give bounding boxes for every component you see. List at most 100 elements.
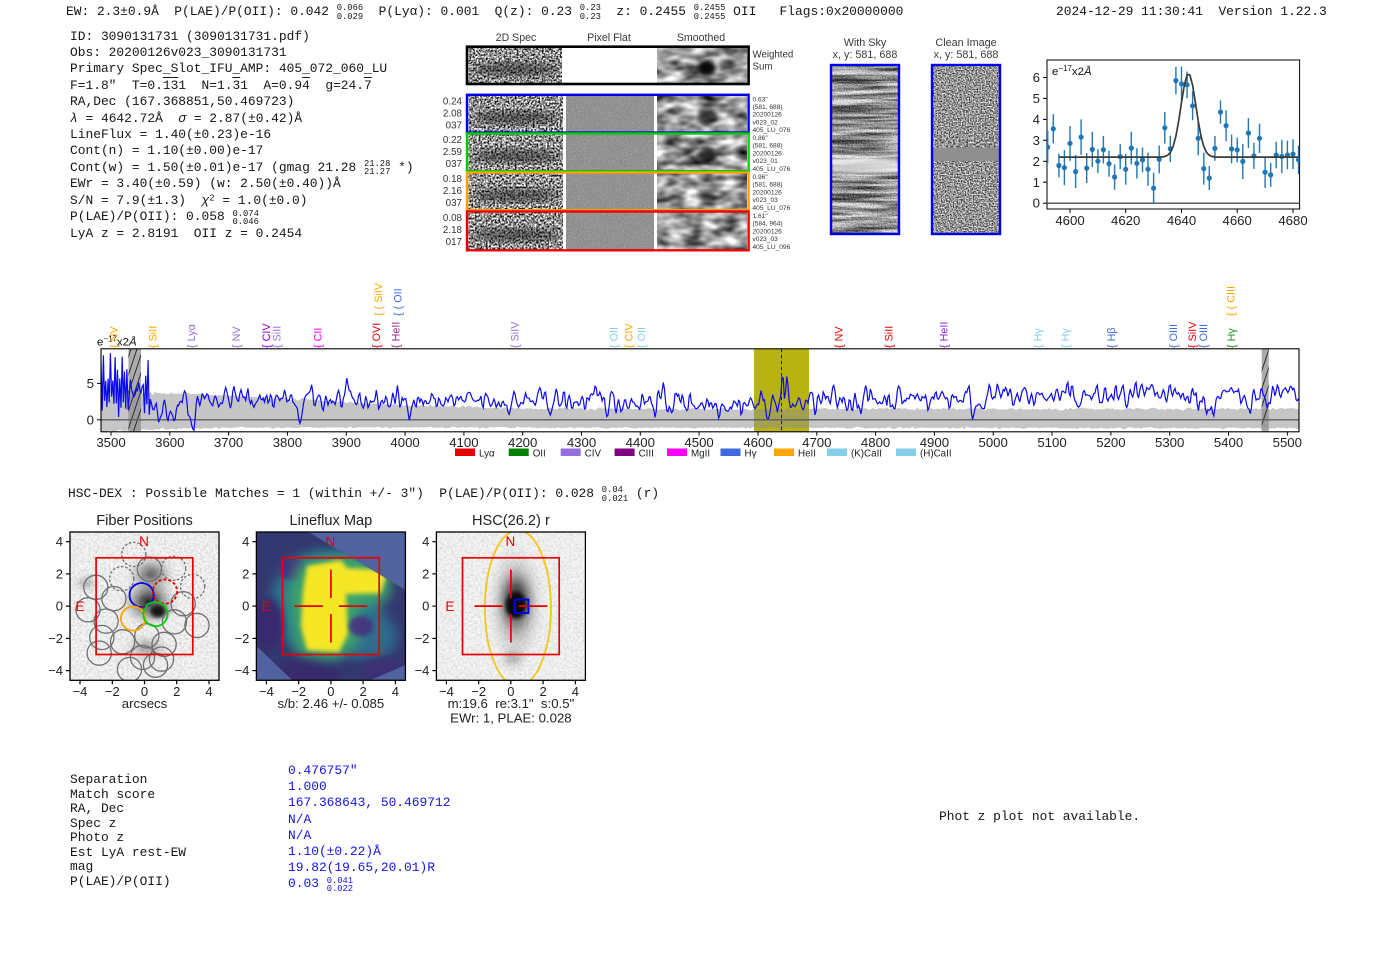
svg-text:(581, 688): (581, 688): [753, 104, 783, 111]
svg-text:N: N: [139, 534, 149, 549]
svg-text:{ Hβ: { Hβ: [1106, 327, 1118, 348]
svg-text:E: E: [75, 599, 84, 614]
svg-text:{ Hγ: { Hγ: [1226, 328, 1238, 348]
svg-text:4680: 4680: [1278, 213, 1307, 228]
svg-text:{ SiIV: { SiIV: [509, 321, 521, 348]
svg-text:EWr: 1, PLAE: 0.028: EWr: 1, PLAE: 0.028: [450, 711, 571, 726]
svg-text:4: 4: [1033, 112, 1040, 127]
svg-text:Fiber Positions: Fiber Positions: [96, 513, 193, 529]
svg-text:v023_03: v023_03: [753, 197, 779, 204]
svg-text:3900: 3900: [332, 435, 361, 450]
svg-text:2: 2: [173, 684, 180, 699]
svg-text:3600: 3600: [155, 435, 184, 450]
svg-text:2.08: 2.08: [443, 108, 463, 119]
svg-text:+: +: [140, 603, 145, 613]
svg-text:4640: 4640: [1167, 213, 1196, 228]
svg-text:−2: −2: [415, 631, 430, 646]
svg-text:5000: 5000: [979, 435, 1008, 450]
svg-text:{ OIII: { OIII: [1198, 324, 1210, 348]
svg-text:{ OIII: { OIII: [1168, 324, 1180, 348]
svg-text:405_LU_076: 405_LU_076: [753, 205, 791, 212]
svg-text:{ SiII: { SiII: [271, 326, 283, 348]
svg-text:5200: 5200: [1096, 435, 1125, 450]
svg-text:2: 2: [422, 566, 429, 581]
svg-text:4: 4: [392, 684, 399, 699]
svg-text:0: 0: [1033, 196, 1040, 211]
svg-text:20200126: 20200126: [753, 228, 783, 235]
svg-text:Sum: Sum: [753, 61, 773, 72]
svg-text:arcsecs: arcsecs: [122, 696, 168, 711]
svg-text:Pixel Flat: Pixel Flat: [587, 32, 631, 44]
svg-text:With Sky: With Sky: [844, 37, 887, 49]
svg-text:{ OII: { OII: [609, 327, 621, 348]
svg-text:2.18: 2.18: [443, 225, 463, 236]
svg-text:m:19.6 re:3.1" s:0.5": m:19.6 re:3.1" s:0.5": [448, 696, 575, 711]
svg-text:Hγ: Hγ: [745, 449, 757, 460]
svg-text:{ CII: { CII: [312, 328, 324, 348]
svg-text:{ NV: { NV: [109, 326, 121, 348]
svg-text:4600: 4600: [1055, 213, 1084, 228]
svg-text:3: 3: [1033, 133, 1040, 148]
svg-text:s/b: 2.46 +/- 0.085: s/b: 2.46 +/- 0.085: [278, 696, 385, 711]
svg-text:037: 037: [446, 198, 462, 209]
svg-text:0: 0: [422, 599, 429, 614]
svg-text:{ Hγ: { Hγ: [1032, 328, 1044, 348]
svg-text:e−17x2Å: e−17x2Å: [1052, 64, 1092, 79]
svg-text:E: E: [262, 599, 271, 614]
svg-text:{ NV: { NV: [231, 326, 243, 348]
svg-text:−4: −4: [259, 684, 274, 699]
svg-text:20200126: 20200126: [753, 189, 783, 196]
svg-text:0.63": 0.63": [753, 96, 769, 103]
svg-text:(584, 964): (584, 964): [753, 221, 783, 228]
svg-text:(H)CaII: (H)CaII: [920, 449, 952, 460]
svg-text:3500: 3500: [96, 435, 125, 450]
svg-text:Lineflux Map: Lineflux Map: [290, 513, 373, 529]
svg-text:(K)CaII: (K)CaII: [851, 449, 882, 460]
svg-text:5300: 5300: [1155, 435, 1184, 450]
svg-text:−2: −2: [235, 631, 250, 646]
svg-text:N: N: [326, 534, 336, 549]
svg-text:5: 5: [87, 376, 94, 391]
svg-text:4: 4: [205, 684, 212, 699]
svg-text:1: 1: [1033, 175, 1040, 190]
svg-text:20200126: 20200126: [753, 150, 783, 157]
svg-text:{ Lyα: { Lyα: [186, 324, 198, 348]
svg-text:{ ( CIII: { ( CIII: [1226, 286, 1238, 316]
svg-text:{ OII: { OII: [636, 327, 648, 348]
svg-text:HSC(26.2) r: HSC(26.2) r: [472, 513, 550, 529]
svg-text:5100: 5100: [1037, 435, 1066, 450]
svg-text:0.18: 0.18: [443, 174, 463, 185]
svg-text:−4: −4: [48, 663, 63, 678]
svg-text:CIV: CIV: [585, 449, 602, 460]
svg-text:1.61": 1.61": [753, 213, 769, 220]
svg-text:MgII: MgII: [691, 449, 710, 460]
svg-text:(581, 688): (581, 688): [753, 182, 783, 189]
svg-text:{ SiII: { SiII: [147, 326, 159, 348]
svg-text:3700: 3700: [214, 435, 243, 450]
svg-text:20200126: 20200126: [753, 112, 783, 119]
svg-text:405_LU_076: 405_LU_076: [753, 127, 791, 134]
svg-text:4660: 4660: [1223, 213, 1252, 228]
svg-text:4: 4: [422, 534, 429, 549]
svg-text:x, y: 581, 688: x, y: 581, 688: [934, 49, 999, 61]
svg-text:0.24: 0.24: [443, 96, 463, 107]
svg-text:6: 6: [1033, 70, 1040, 85]
svg-text:0: 0: [87, 412, 94, 427]
svg-text:x, y: 581, 688: x, y: 581, 688: [833, 49, 898, 61]
svg-text:{ OVI: { OVI: [371, 323, 383, 348]
svg-text:CIII: CIII: [639, 449, 654, 460]
svg-text:{ ( OII: { ( OII: [392, 288, 404, 316]
svg-text:5: 5: [1033, 91, 1040, 106]
svg-text:{ HeII: { HeII: [939, 322, 951, 348]
svg-text:0.08: 0.08: [443, 213, 463, 224]
svg-text:{ SiII: { SiII: [884, 326, 896, 348]
svg-text:405_LU_076: 405_LU_076: [753, 166, 791, 173]
svg-text:OII: OII: [533, 449, 546, 460]
svg-text:2D Spec: 2D Spec: [496, 32, 537, 44]
svg-text:2.16: 2.16: [443, 186, 463, 197]
svg-text:−2: −2: [105, 684, 120, 699]
svg-text:4000: 4000: [390, 435, 419, 450]
svg-text:0.96": 0.96": [753, 174, 769, 181]
svg-text:(581, 688): (581, 688): [753, 143, 783, 150]
svg-text:4: 4: [56, 534, 63, 549]
